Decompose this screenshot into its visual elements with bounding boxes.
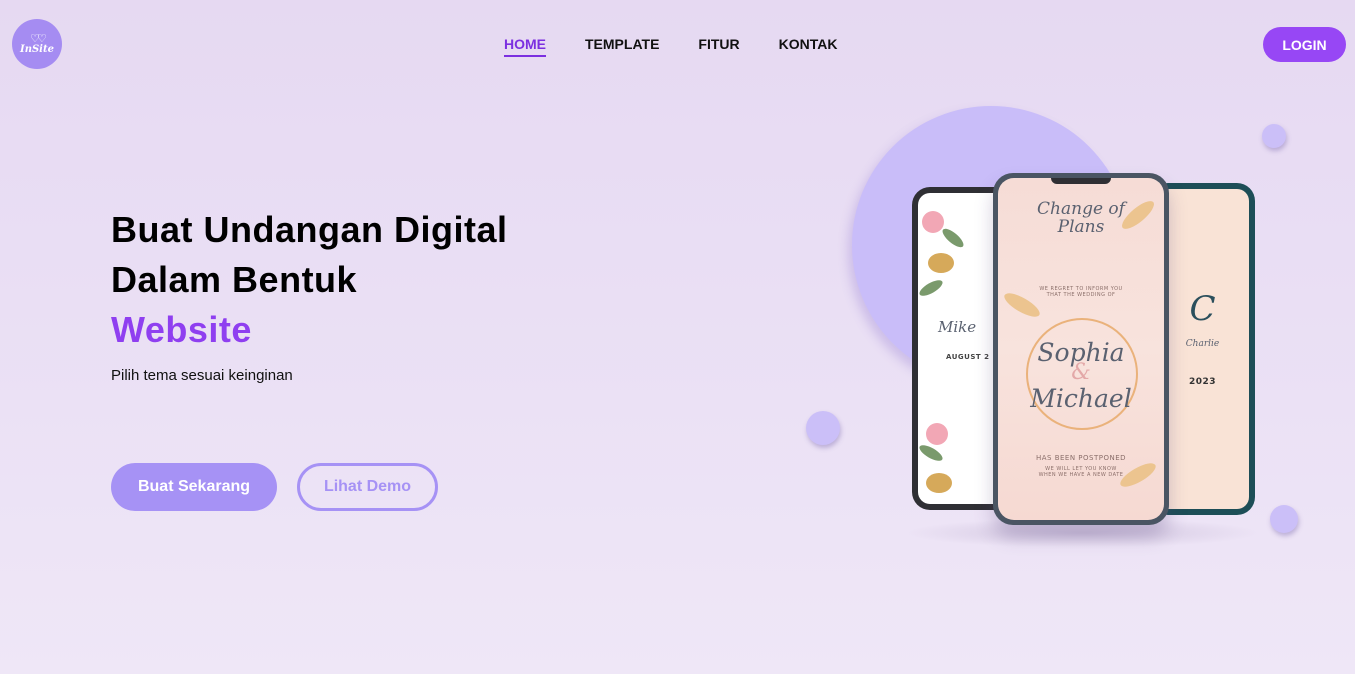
hero-title-line1: Buat Undangan Digital	[111, 209, 508, 250]
view-demo-button[interactable]: Lihat Demo	[297, 463, 438, 511]
site-logo[interactable]: ♡♡ InSite	[12, 19, 62, 69]
invitation-right-monogram: C	[1189, 289, 1216, 329]
phone-notch	[1051, 178, 1111, 184]
invitation-name-2: Michael	[1030, 384, 1132, 413]
phone-mockup-center: Change of Plans WE REGRET TO INFORM YOU …	[993, 173, 1169, 525]
invitation-postponed: HAS BEEN POSTPONED	[1035, 454, 1127, 462]
hero-title: Buat Undangan Digital Dalam Bentuk Websi…	[111, 205, 508, 355]
main-nav: HOME TEMPLATE FITUR KONTAK	[504, 36, 837, 57]
hearts-icon: ♡♡	[30, 32, 47, 45]
invitation-heading: Change of Plans	[1037, 199, 1125, 237]
hero-title-line2: Dalam Bentuk	[111, 259, 358, 300]
decorative-dot	[1262, 124, 1286, 148]
logo-text: InSite	[20, 43, 54, 55]
nav-template[interactable]: TEMPLATE	[585, 36, 659, 57]
nav-fitur[interactable]: FITUR	[698, 36, 739, 57]
hero-subtitle: Pilih tema sesuai keinginan	[111, 367, 293, 384]
hero-title-accent: Website	[111, 309, 252, 350]
create-now-button[interactable]: Buat Sekarang	[111, 463, 277, 511]
invitation-footer: WE WILL LET YOU KNOW WHEN WE HAVE A NEW …	[1038, 466, 1124, 478]
decorative-dot	[1270, 505, 1298, 533]
nav-home[interactable]: HOME	[504, 36, 546, 57]
invitation-notice: WE REGRET TO INFORM YOU THAT THE WEDDING…	[1039, 286, 1123, 298]
invitation-ampersand: &	[1071, 360, 1091, 385]
invitation-screen-center: Change of Plans WE REGRET TO INFORM YOU …	[998, 178, 1164, 520]
invitation-right-name: Charlie	[1185, 339, 1220, 349]
decorative-dot	[806, 411, 840, 445]
invitation-screen-right: C Charlie 2023	[1156, 189, 1249, 509]
nav-kontak[interactable]: KONTAK	[779, 36, 838, 57]
invitation-right-year: 2023	[1188, 377, 1217, 387]
login-button[interactable]: LOGIN	[1263, 27, 1346, 62]
